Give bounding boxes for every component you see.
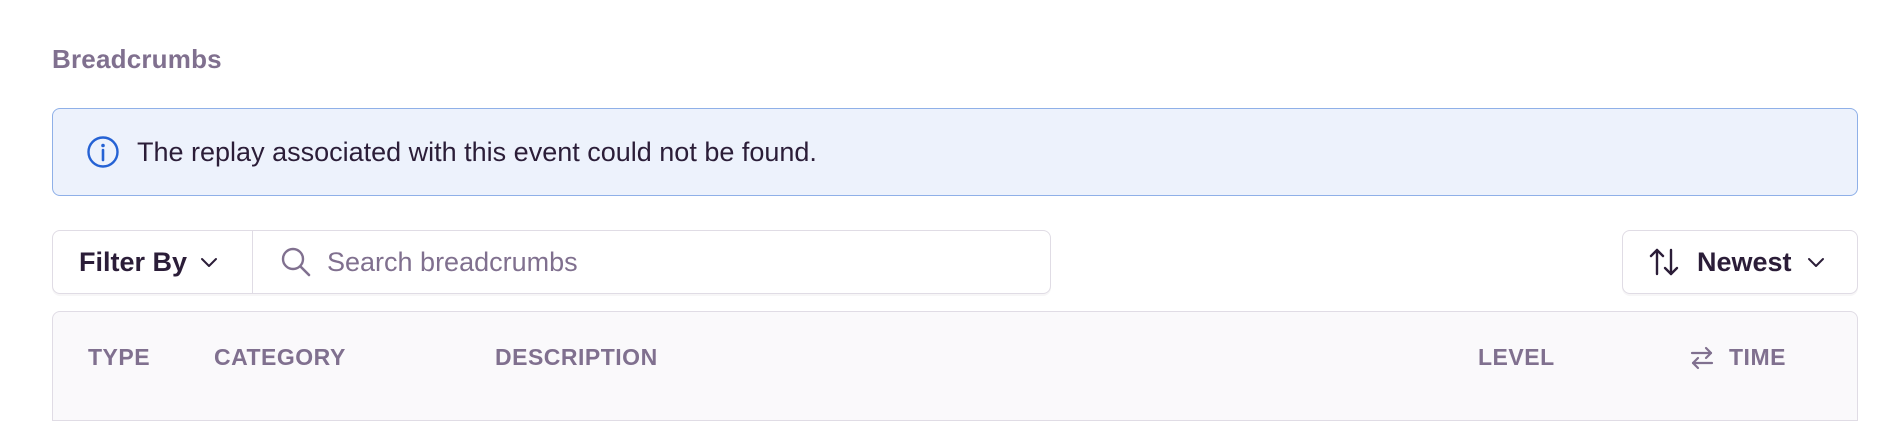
filter-by-label: Filter By bbox=[79, 246, 188, 277]
sort-arrows-icon bbox=[1647, 245, 1681, 279]
column-header-type[interactable]: TYPE bbox=[88, 344, 150, 371]
search-input[interactable] bbox=[325, 245, 1029, 279]
swap-arrows-icon[interactable] bbox=[1689, 345, 1715, 371]
column-header-time-label: TIME bbox=[1729, 344, 1786, 370]
column-header-category[interactable]: CATEGORY bbox=[214, 344, 346, 371]
chevron-down-icon bbox=[1806, 252, 1826, 272]
section-title: Breadcrumbs bbox=[52, 44, 222, 74]
info-alert: The replay associated with this event co… bbox=[52, 108, 1858, 196]
breadcrumbs-table: TYPE CATEGORY DESCRIPTION LEVEL TIME bbox=[52, 311, 1858, 421]
column-header-description[interactable]: DESCRIPTION bbox=[495, 344, 658, 371]
sort-dropdown-button[interactable]: Newest bbox=[1622, 230, 1858, 294]
sort-label: Newest bbox=[1697, 246, 1792, 277]
alert-message: The replay associated with this event co… bbox=[137, 136, 817, 167]
filter-search-bar: Filter By bbox=[52, 230, 1051, 294]
column-header-level[interactable]: LEVEL bbox=[1478, 344, 1555, 371]
search-container bbox=[253, 231, 1050, 293]
info-icon bbox=[86, 135, 120, 169]
filter-by-button[interactable]: Filter By bbox=[53, 231, 253, 293]
search-icon bbox=[279, 245, 313, 279]
column-header-time[interactable]: TIME bbox=[1689, 344, 1786, 371]
chevron-down-icon bbox=[199, 252, 219, 272]
